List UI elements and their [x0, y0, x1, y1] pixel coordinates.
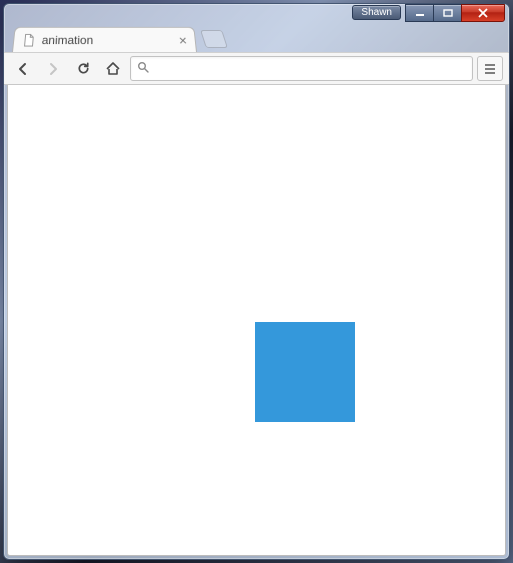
reload-button[interactable] [70, 56, 96, 82]
tab-close-icon[interactable]: × [178, 33, 187, 47]
maximize-button[interactable] [433, 4, 461, 22]
back-button[interactable] [10, 56, 36, 82]
user-chip[interactable]: Shawn [352, 5, 401, 20]
user-label: Shawn [361, 7, 392, 18]
menu-button[interactable] [477, 56, 503, 81]
forward-arrow-icon [45, 61, 61, 77]
new-tab-button[interactable] [200, 30, 228, 48]
minimize-button[interactable] [405, 4, 433, 22]
reload-icon [76, 61, 91, 76]
hamburger-icon [483, 63, 497, 75]
close-button[interactable] [461, 4, 505, 22]
browser-toolbar [4, 52, 509, 85]
tab-strip: animation × [4, 24, 509, 52]
minimize-icon [415, 9, 425, 17]
close-icon [477, 8, 489, 18]
search-icon [137, 60, 149, 78]
maximize-icon [443, 9, 453, 17]
browser-window: Shawn [3, 3, 510, 560]
desktop-backdrop: Shawn [0, 0, 513, 563]
window-buttons [405, 4, 505, 22]
home-button[interactable] [100, 56, 126, 82]
animated-square [255, 322, 355, 422]
back-arrow-icon [15, 61, 31, 77]
forward-button[interactable] [40, 56, 66, 82]
home-icon [105, 61, 121, 77]
page-content [7, 85, 506, 556]
file-icon [22, 33, 37, 47]
tab-title: animation [41, 33, 173, 47]
address-bar[interactable] [130, 56, 473, 81]
browser-tab[interactable]: animation × [12, 27, 197, 52]
address-input[interactable] [155, 61, 466, 76]
window-titlebar[interactable]: Shawn [4, 4, 509, 24]
